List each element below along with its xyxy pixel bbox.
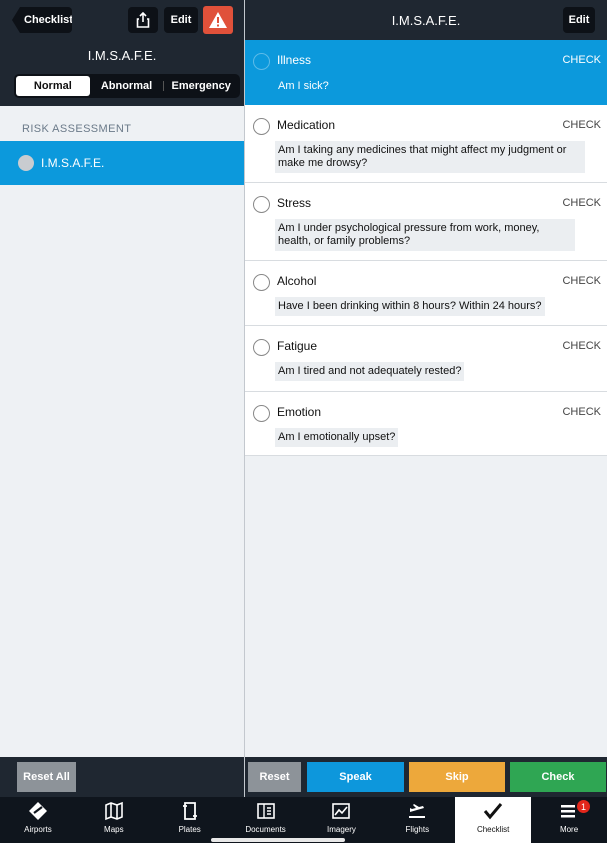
item-action: CHECK — [562, 197, 601, 209]
home-indicator — [211, 838, 345, 842]
checklist-list-item-label: I.M.S.A.F.E. — [41, 156, 105, 170]
item-action: CHECK — [562, 340, 601, 352]
sidebar-title: I.M.S.A.F.E. — [87, 48, 157, 63]
map-icon — [105, 801, 123, 821]
detail-edit-button[interactable]: Edit — [563, 7, 595, 33]
checklist-item-illness[interactable]: Illness CHECK Am I sick? — [245, 40, 607, 105]
imagery-icon — [332, 803, 351, 819]
detail-header: I.M.S.A.F.E. Edit — [245, 0, 607, 40]
checklist-list-item[interactable]: I.M.S.A.F.E. — [0, 141, 244, 185]
back-to-checklists-button[interactable]: Checklist — [12, 7, 72, 33]
skip-button[interactable]: Skip — [409, 762, 505, 792]
item-action: CHECK — [562, 406, 601, 418]
check-button[interactable]: Check — [510, 762, 606, 792]
checklist-item-emotion[interactable]: Emotion CHECK Am I emotionally upset? — [245, 392, 607, 456]
share-icon — [136, 12, 150, 28]
checklist-action-bar: Reset Speak Skip Check — [245, 757, 607, 797]
sidebar-footer: Reset All — [0, 757, 244, 797]
item-name: Fatigue — [277, 339, 318, 353]
warning-icon — [209, 12, 227, 28]
item-action: CHECK — [562, 119, 601, 131]
tab-label: Airports — [24, 825, 52, 834]
tab-label: Checklist — [476, 825, 510, 834]
item-description: Am I emotionally upset? — [275, 428, 399, 447]
tab-label: Plates — [178, 825, 201, 834]
sidebar-header: Checklist Edit I.M.S.A.F.E. Normal Abnor… — [0, 0, 244, 106]
tab-label: Flights — [405, 825, 430, 834]
item-action: CHECK — [562, 275, 601, 287]
item-checkbox[interactable] — [253, 196, 270, 213]
notification-badge: 1 — [577, 800, 590, 813]
item-description: Am I under psychological pressure from w… — [275, 219, 575, 251]
sidebar-edit-button[interactable]: Edit — [164, 7, 198, 33]
item-checkbox[interactable] — [253, 405, 270, 422]
tab-maps[interactable]: Maps — [76, 797, 152, 843]
checklist-type-segmented-control: Normal Abnormal Emergency — [14, 74, 240, 98]
more-icon — [561, 805, 576, 818]
checklist-sidebar: Checklist Edit I.M.S.A.F.E. Normal Abnor… — [0, 0, 244, 797]
checklist-detail: I.M.S.A.F.E. Edit Illness CHECK Am I sic… — [245, 0, 607, 797]
tab-plates[interactable]: Plates — [152, 797, 228, 843]
detail-title: I.M.S.A.F.E. — [391, 13, 461, 28]
item-name: Illness — [277, 53, 312, 67]
airport-icon — [28, 802, 47, 820]
item-description: Am I tired and not adequately rested? — [275, 362, 465, 381]
checklist-icon — [484, 803, 503, 820]
item-name: Alcohol — [277, 274, 317, 288]
segment-normal[interactable]: Normal — [16, 76, 90, 96]
tab-more[interactable]: More 1 — [531, 797, 607, 843]
item-checkbox[interactable] — [253, 53, 270, 70]
plates-icon — [182, 802, 197, 820]
tab-imagery[interactable]: Imagery — [304, 797, 380, 843]
item-description: Have I been drinking within 8 hours? Wit… — [275, 297, 545, 316]
checklist-item-stress[interactable]: Stress CHECK Am I under psychological pr… — [245, 183, 607, 261]
section-header-risk-assessment: RISK ASSESSMENT — [22, 123, 132, 135]
speak-button[interactable]: Speak — [307, 762, 404, 792]
tab-airports[interactable]: Airports — [0, 797, 76, 843]
segment-abnormal[interactable]: Abnormal — [90, 76, 164, 96]
item-name: Emotion — [277, 405, 322, 419]
tab-checklist[interactable]: Checklist — [455, 797, 532, 843]
status-dot — [18, 155, 34, 171]
tab-label: More — [559, 825, 579, 834]
reset-button[interactable]: Reset — [248, 762, 301, 792]
flights-icon — [409, 804, 426, 818]
tab-flights[interactable]: Flights — [379, 797, 455, 843]
item-action: CHECK — [562, 54, 601, 66]
tab-label: Maps — [104, 825, 124, 834]
checklist-item-fatigue[interactable]: Fatigue CHECK Am I tired and not adequat… — [245, 326, 607, 392]
item-name: Medication — [277, 118, 336, 132]
tab-label: Imagery — [326, 825, 356, 834]
emergency-button[interactable] — [203, 6, 233, 34]
tab-label: Documents — [245, 825, 286, 834]
documents-icon — [256, 803, 275, 819]
checklist-item-medication[interactable]: Medication CHECK Am I taking any medicin… — [245, 105, 607, 183]
segment-emergency[interactable]: Emergency — [164, 76, 238, 96]
checklist-items: Illness CHECK Am I sick? Medication CHEC… — [245, 40, 607, 456]
item-checkbox[interactable] — [253, 339, 270, 356]
bottom-tab-bar: Airports Maps Plates Documents Imagery F… — [0, 797, 607, 843]
tab-documents[interactable]: Documents — [228, 797, 304, 843]
item-name: Stress — [277, 196, 312, 210]
item-checkbox[interactable] — [253, 118, 270, 135]
share-button[interactable] — [128, 7, 158, 33]
checklist-item-alcohol[interactable]: Alcohol CHECK Have I been drinking withi… — [245, 261, 607, 326]
item-checkbox[interactable] — [253, 274, 270, 291]
item-description: Am I taking any medicines that might aff… — [275, 141, 585, 173]
item-description: Am I sick? — [278, 80, 329, 92]
reset-all-button[interactable]: Reset All — [17, 762, 76, 792]
